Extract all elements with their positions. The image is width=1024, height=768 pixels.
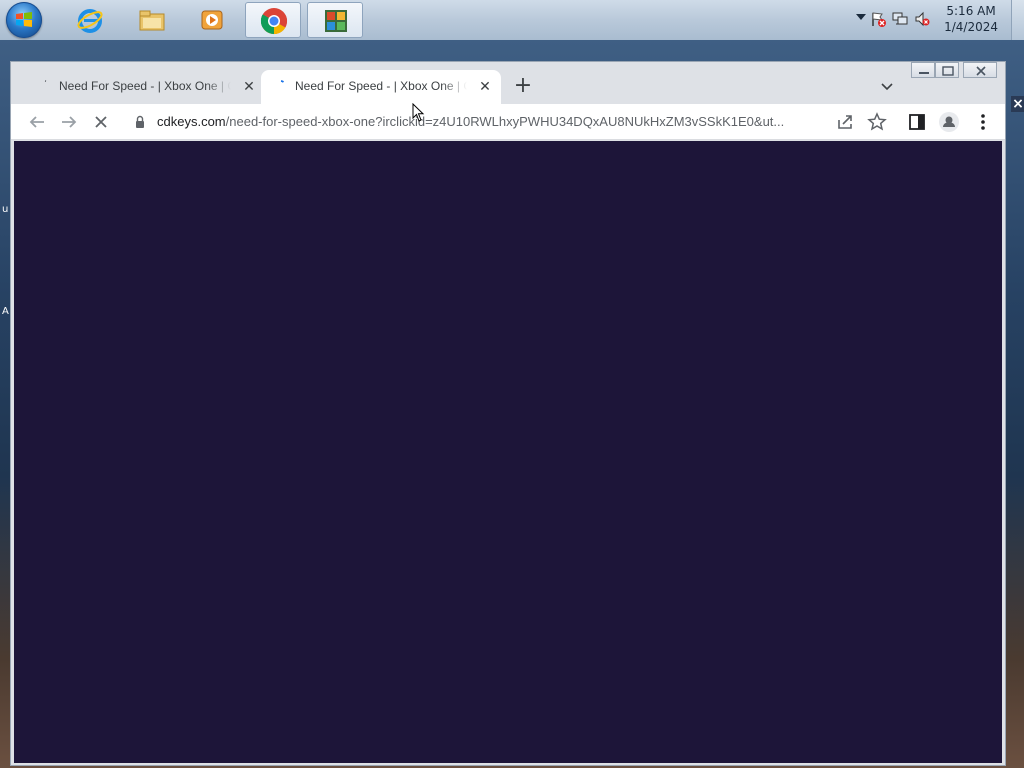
start-button[interactable] [6,2,42,38]
browser-toolbar: cdkeys.com/need-for-speed-xbox-one?ircli… [11,104,1005,140]
taskbar-ie-button[interactable] [62,2,118,38]
loading-spinner-icon [280,80,285,83]
taskbar-media-button[interactable] [184,2,240,38]
tab-strip: Need For Speed - | Xbox One | CDKeys ✕ N… [11,62,1005,104]
system-tray: 5:16 AM 1/4/2024 [834,0,1024,40]
volume-muted-icon[interactable] [914,11,930,27]
taskbar: 5:16 AM 1/4/2024 [0,0,1024,41]
back-icon[interactable] [25,110,49,134]
tab-active[interactable]: Need For Speed - | Xbox One | CDKeys ✕ [261,70,501,104]
clock[interactable]: 5:16 AM 1/4/2024 [944,3,998,35]
network-icon[interactable] [892,11,908,27]
kebab-menu-icon[interactable] [971,110,995,134]
ie-icon [77,9,103,33]
url-path: /need-for-speed-xbox-one?irclickid=z4U10… [225,114,785,129]
new-tab-button[interactable]: + [511,75,535,99]
avg-icon [325,10,347,32]
page-content[interactable] [14,141,1002,763]
windows-logo-icon [16,12,32,27]
profile-avatar-icon[interactable] [937,110,961,134]
chrome-window: Need For Speed - | Xbox One | CDKeys ✕ N… [10,61,1006,766]
close-window-button[interactable] [963,62,997,78]
chrome-icon [260,8,288,35]
tab-inactive[interactable]: Need For Speed - | Xbox One | CDKeys ✕ [25,70,265,104]
clock-date: 1/4/2024 [944,20,998,34]
clock-time: 5:16 AM [946,4,996,18]
tab-search-chevron-icon[interactable] [877,76,897,96]
loading-spinner-icon [44,80,47,82]
close-tab-icon[interactable]: ✕ [241,79,257,95]
tab-title: Need For Speed - | Xbox One | CDKeys [295,79,467,93]
tab-title: Need For Speed - | Xbox One | CDKeys [59,79,231,93]
address-bar[interactable]: cdkeys.com/need-for-speed-xbox-one?ircli… [123,108,823,136]
url-host: cdkeys.com [157,114,226,129]
stop-loading-icon[interactable] [89,110,113,134]
minimize-button[interactable] [911,62,935,78]
media-player-icon [201,10,223,30]
taskbar-chrome-button[interactable] [245,2,301,38]
action-center-flag-icon[interactable] [870,11,886,27]
close-tab-icon[interactable]: ✕ [477,79,493,95]
close-icon[interactable]: × [1011,96,1024,112]
show-hidden-icons-icon[interactable] [856,14,866,20]
forward-icon[interactable] [57,110,81,134]
restore-button[interactable] [935,62,959,78]
folder-icon [139,10,165,31]
url-text[interactable]: cdkeys.com/need-for-speed-xbox-one?ircli… [157,114,821,129]
bookmark-star-icon[interactable] [865,110,889,134]
lock-icon[interactable] [133,115,147,129]
show-desktop-button[interactable] [1011,0,1024,40]
share-icon[interactable] [833,110,857,134]
mouse-cursor-icon [412,103,425,122]
taskbar-explorer-button[interactable] [124,2,180,38]
side-panel-icon[interactable] [905,110,929,134]
taskbar-avg-button[interactable] [307,2,363,38]
